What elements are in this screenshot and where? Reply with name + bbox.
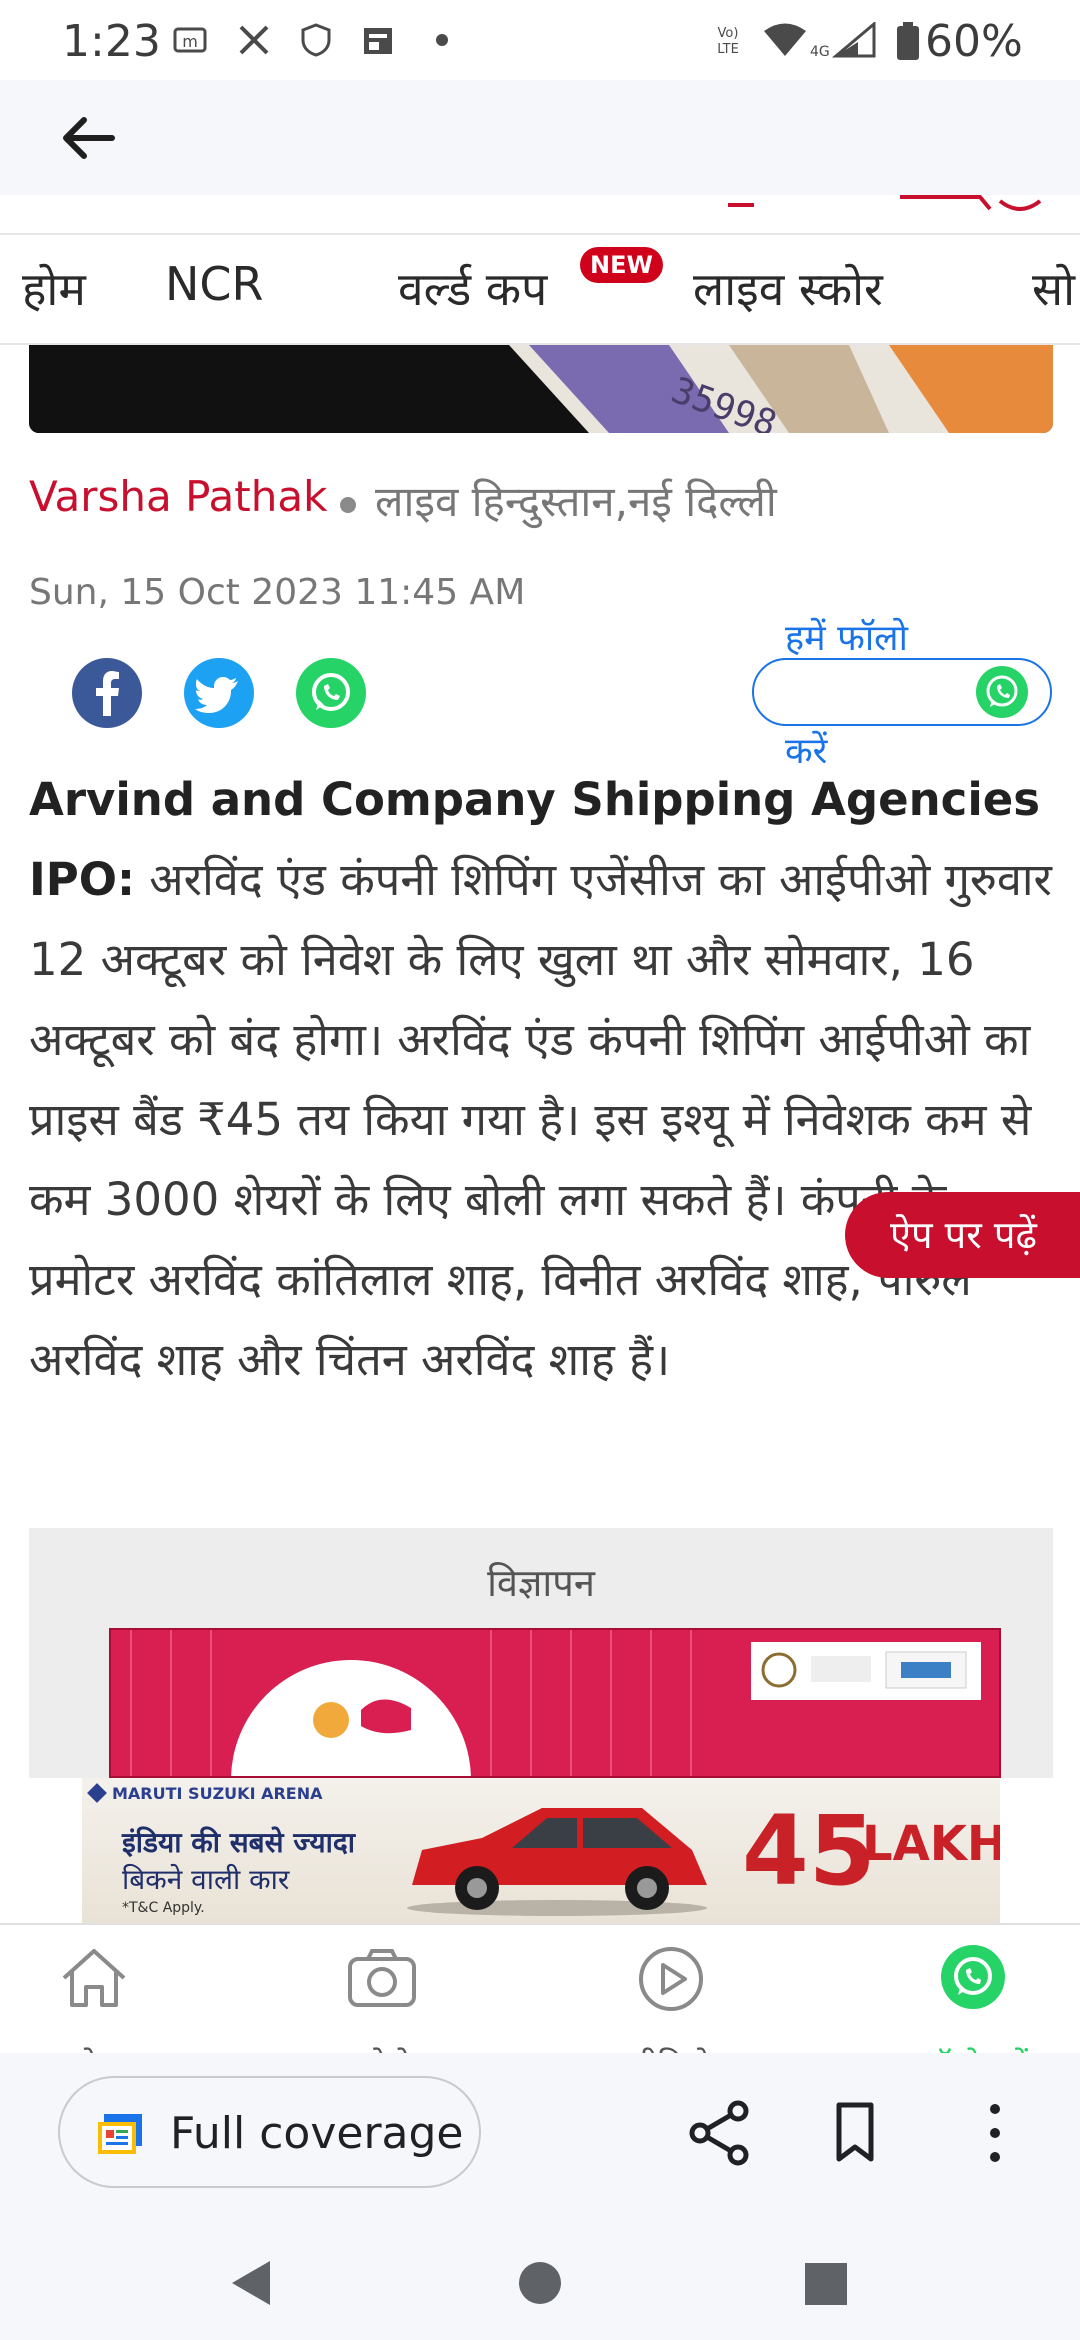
tab-home[interactable]: होम <box>22 257 86 319</box>
whatsapp-icon <box>312 673 350 711</box>
whatsapp-share-button[interactable] <box>296 658 366 728</box>
site-nav-follow-label: फॉलो करें <box>893 2043 1053 2053</box>
share-icon <box>689 2100 749 2166</box>
play-icon <box>639 1947 703 2011</box>
sticky-banner-ad[interactable]: MARUTI SUZUKI ARENA इंडिया की सबसे ज्याद… <box>82 1778 1000 1923</box>
news-notification-icon <box>360 22 396 58</box>
gmail-notification-icon: m <box>172 22 208 58</box>
scrolled-headline-fragment <box>0 195 1080 235</box>
browser-bottom-bar: Full coverage <box>0 2053 1080 2223</box>
site-nav-videos-label: वीडियो <box>611 2043 731 2053</box>
clock: 1:23 <box>62 16 161 67</box>
banner-brand: MARUTI SUZUKI ARENA <box>112 1784 323 1803</box>
site-nav-photos[interactable]: फोटो <box>322 1943 442 2053</box>
banner-number: 45 <box>742 1795 876 1907</box>
read-in-app-button[interactable]: ऐप पर पढ़ें <box>845 1192 1080 1278</box>
category-tabs: होम NCR वर्ल्ड कप NEW लाइव स्कोर सो <box>0 237 1080 345</box>
full-coverage-button[interactable]: Full coverage <box>58 2076 481 2188</box>
ad-label: विज्ञापन <box>487 1561 595 1605</box>
status-bar: 1:23 m Vo) LTE 4G 60% <box>0 0 1080 80</box>
article-hero-image: 35998 <box>29 345 1053 433</box>
wifi-icon <box>762 22 808 58</box>
cellular-signal-icon: 4G <box>808 20 878 60</box>
facebook-icon <box>96 671 119 716</box>
banner-line-1: इंडिया की सबसे ज्यादा <box>122 1826 355 1859</box>
site-nav-photos-label: फोटो <box>322 2043 442 2053</box>
site-bottom-nav: होम फोटो वीडियो फॉलो करें <box>0 1923 1080 2053</box>
whatsapp-icon <box>976 666 1028 718</box>
home-icon <box>62 1949 126 2007</box>
more-options-button[interactable] <box>955 2093 1035 2173</box>
follow-whatsapp-button[interactable] <box>752 658 1052 726</box>
triangle-back-icon <box>232 2261 270 2305</box>
facebook-share-button[interactable] <box>72 658 142 728</box>
site-nav-home[interactable]: होम <box>34 1943 154 2053</box>
share-button[interactable] <box>680 2093 760 2173</box>
site-nav-follow[interactable]: फॉलो करें <box>913 1943 1033 2053</box>
twitter-share-button[interactable] <box>184 658 254 728</box>
svg-text:m: m <box>182 32 198 51</box>
volte-icon: Vo) LTE <box>708 22 748 58</box>
tab-more[interactable]: सो <box>1032 257 1075 319</box>
system-back-button[interactable] <box>210 2253 290 2313</box>
publish-date: Sun, 15 Oct 2023 11:45 AM <box>29 572 526 613</box>
whatsapp-icon <box>941 1945 1005 2009</box>
publisher-location: लाइव हिन्दुस्तान,नई दिल्ली <box>375 477 777 526</box>
system-home-button[interactable] <box>500 2253 580 2313</box>
advertisement-container: विज्ञापन <box>29 1528 1053 1778</box>
full-coverage-label: Full coverage <box>170 2108 464 2159</box>
article-text: अरविंद एंड कंपनी शिपिंग एजेंसीज का आईपीओ… <box>29 853 1052 1386</box>
site-nav-videos[interactable]: वीडियो <box>611 1943 731 2053</box>
app-bar <box>0 80 1080 195</box>
x-notification-icon <box>236 22 272 58</box>
shield-notification-icon <box>298 22 334 58</box>
tab-ncr[interactable]: NCR <box>165 257 264 311</box>
twitter-bird-icon <box>195 677 238 713</box>
new-badge: NEW <box>580 247 663 283</box>
square-recents-icon <box>805 2263 847 2305</box>
svg-text:4G: 4G <box>810 44 830 58</box>
author-name[interactable]: Varsha Pathak <box>29 472 327 521</box>
brand-logo-icon <box>87 1783 107 1803</box>
bookmark-button[interactable] <box>815 2093 895 2173</box>
system-navigation-bar <box>0 2223 1080 2340</box>
system-recents-button[interactable] <box>785 2253 865 2313</box>
ad-creative[interactable] <box>109 1628 1001 1778</box>
bookmark-icon <box>836 2102 874 2162</box>
tab-live-score[interactable]: लाइव स्कोर <box>693 257 883 319</box>
circle-home-icon <box>519 2262 561 2304</box>
svg-text:LTE: LTE <box>717 42 739 57</box>
battery-percentage: 60% <box>925 16 1023 67</box>
tab-world-cup[interactable]: वर्ल्ड कप <box>398 257 547 319</box>
more-notifications-dot-icon <box>424 22 460 58</box>
banner-line-2: बिकने वाली कार <box>122 1863 290 1896</box>
more-vertical-icon <box>990 2104 1000 2162</box>
back-button[interactable] <box>50 106 134 170</box>
banner-unit: LAKH <box>862 1816 1000 1872</box>
car-image <box>407 1808 707 1916</box>
full-coverage-icon <box>98 2114 142 2154</box>
camera-icon <box>348 1949 416 2007</box>
svg-text:Vo): Vo) <box>718 26 739 41</box>
arrow-left-icon <box>63 117 115 159</box>
separator-dot <box>340 497 356 513</box>
follow-us-label: हमें फॉलो <box>785 618 908 659</box>
banner-tnc: *T&C Apply. <box>122 1900 205 1916</box>
article-body: Arvind and Company Shipping Agencies IPO… <box>29 760 1059 1400</box>
battery-icon <box>895 22 921 60</box>
site-nav-home-label: होम <box>34 2043 154 2053</box>
